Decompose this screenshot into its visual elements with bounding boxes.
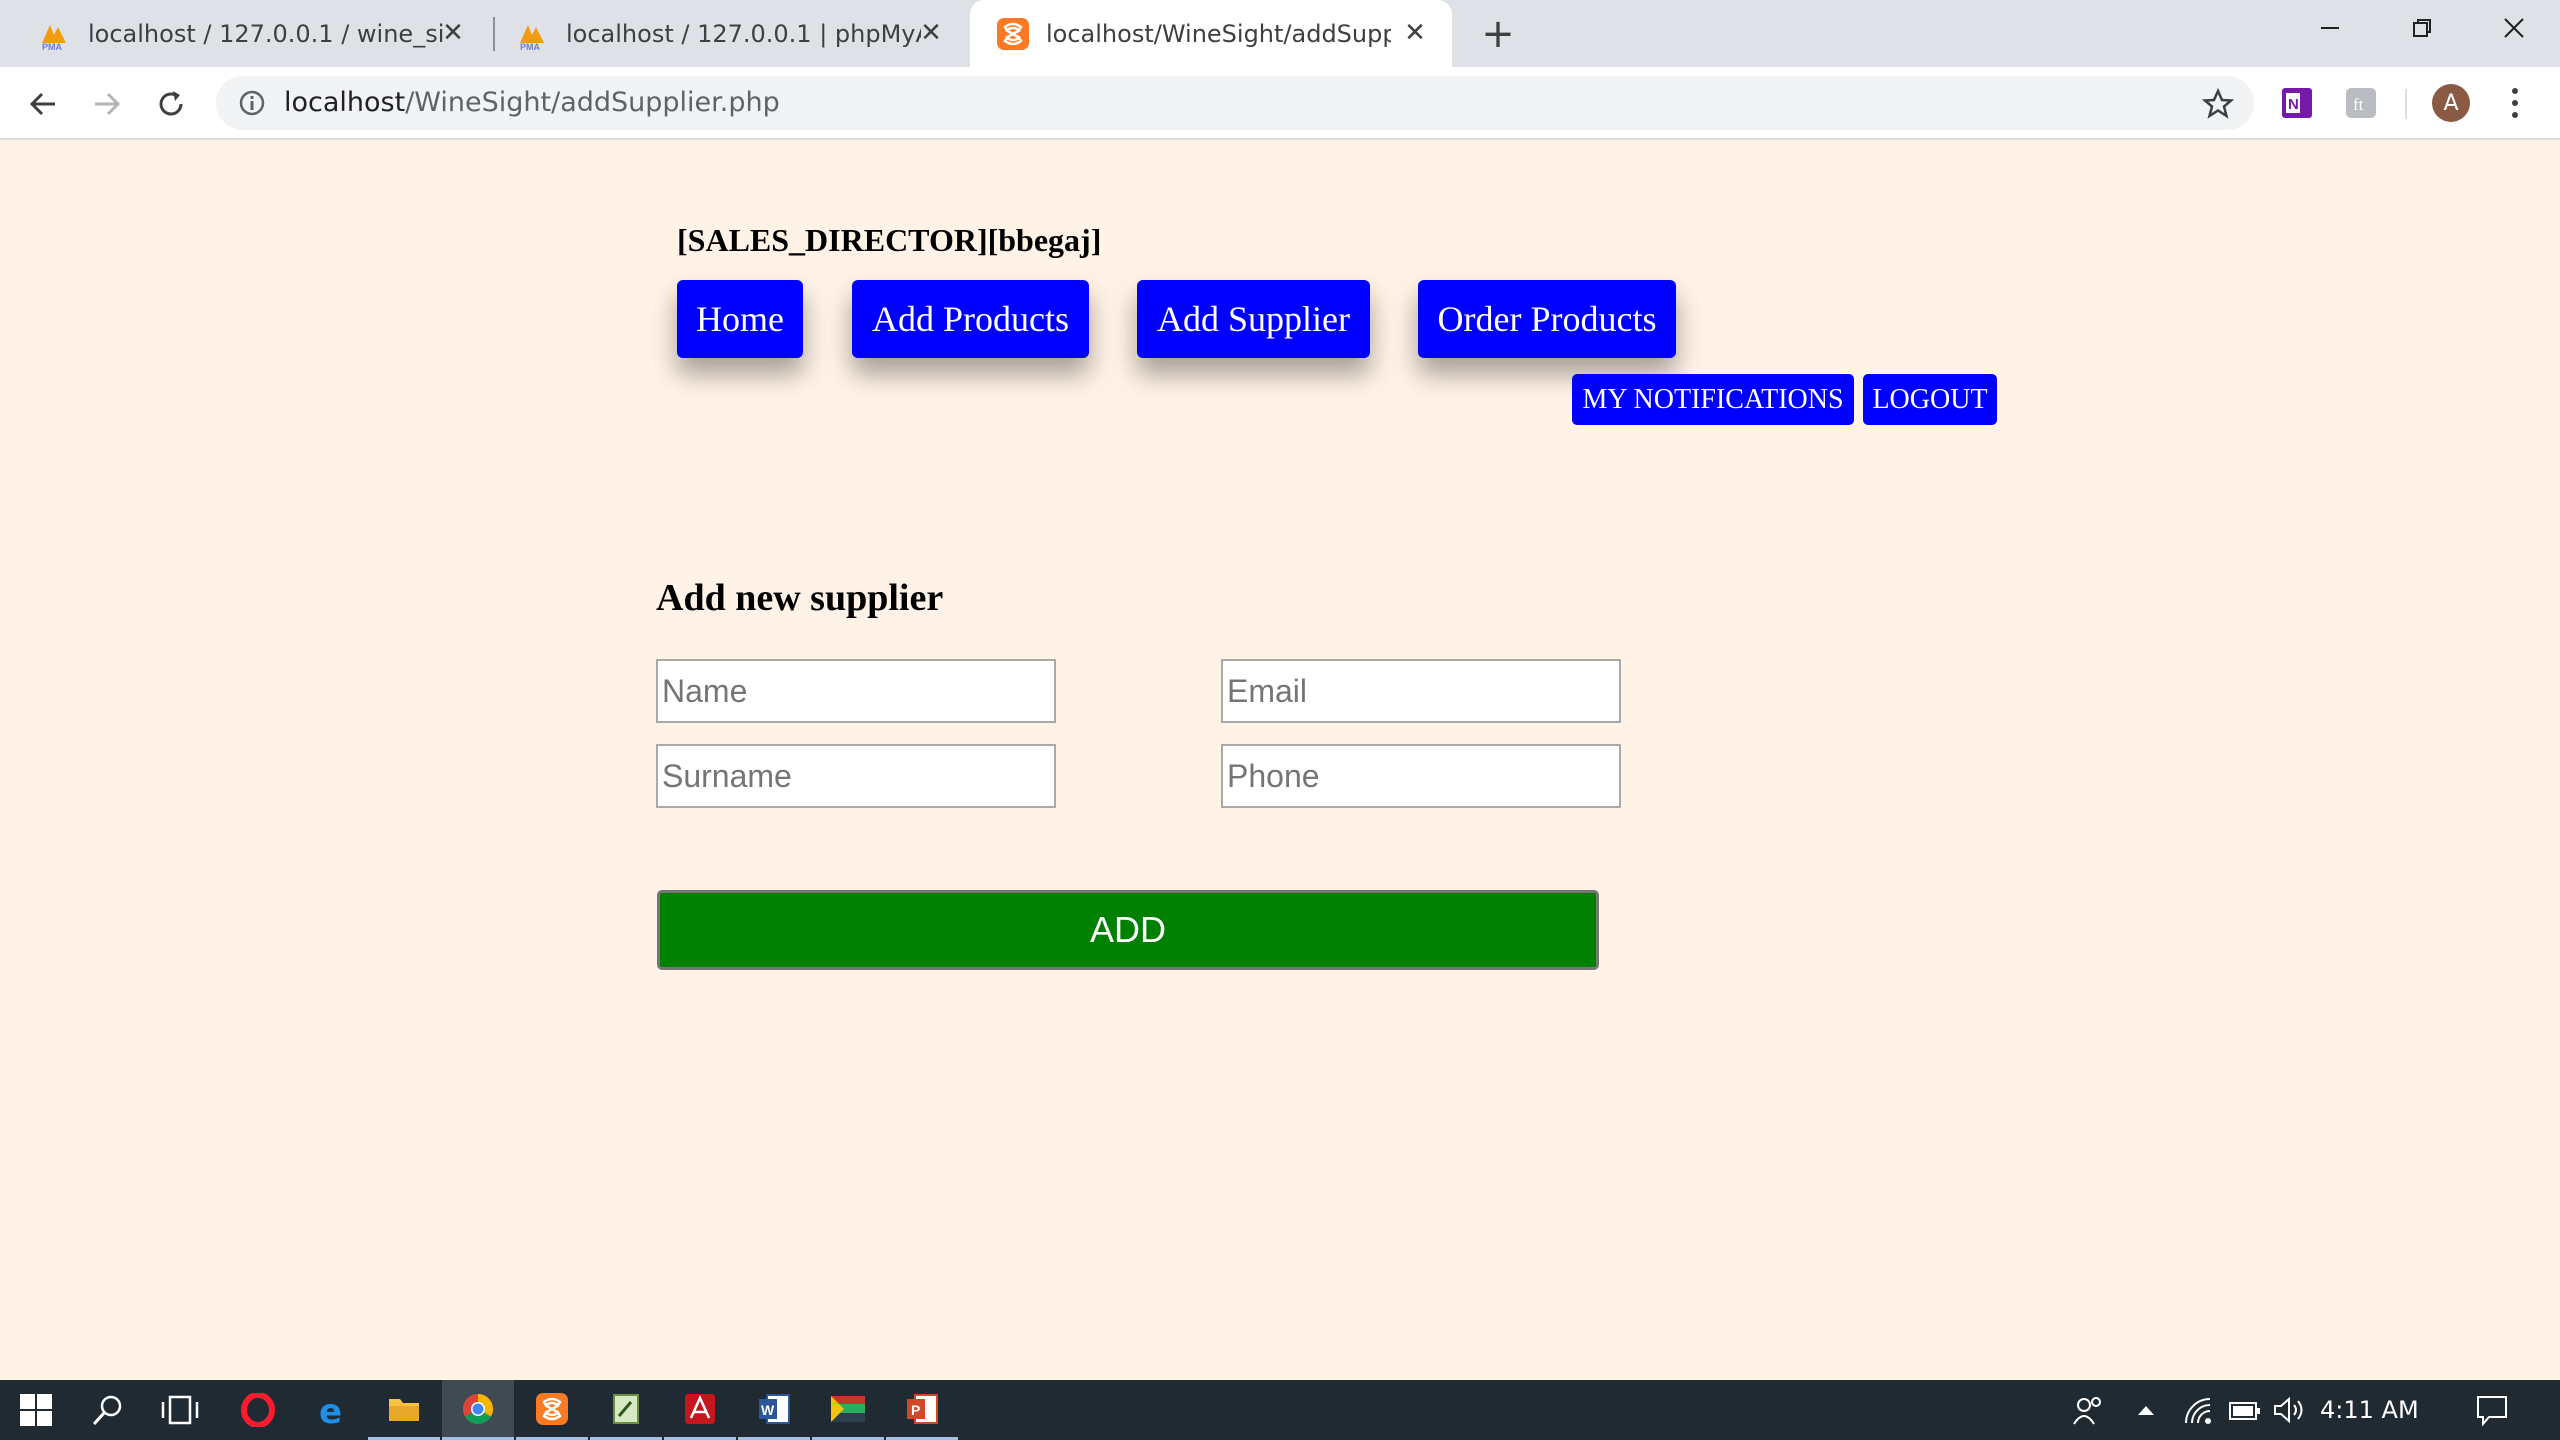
onenote-extension-icon[interactable]: N xyxy=(2280,86,2314,120)
chrome-app[interactable] xyxy=(442,1380,514,1440)
powerpoint-icon: P xyxy=(907,1393,938,1424)
close-tab-icon[interactable]: ✕ xyxy=(438,18,468,48)
restore-window-button[interactable] xyxy=(2376,0,2468,56)
taskbar-clock[interactable]: 4:11 AM xyxy=(2320,1380,2419,1440)
svg-text:PMA: PMA xyxy=(42,42,63,51)
people-icon xyxy=(2073,1397,2101,1425)
phpmyadmin-icon: PMA xyxy=(42,24,66,51)
powerpoint-app[interactable]: P xyxy=(886,1380,958,1440)
url-path: /WineSight/addSupplier.php xyxy=(405,87,780,118)
volume-button[interactable] xyxy=(2268,1380,2312,1440)
people-button[interactable] xyxy=(2066,1380,2110,1440)
phpmyadmin-icon: PMA xyxy=(520,24,544,51)
toolbar-divider xyxy=(2405,89,2407,119)
add-supplier-submit-button[interactable]: ADD xyxy=(657,890,1599,970)
url-host: localhost xyxy=(284,87,406,118)
form-title: Add new supplier xyxy=(656,577,944,619)
new-tab-button[interactable]: + xyxy=(1476,11,1520,57)
back-arrow-icon xyxy=(29,92,55,116)
close-tab-icon[interactable]: ✕ xyxy=(916,18,946,48)
tab-add-supplier[interactable]: localhost/WineSight/addSupplier.php ✕ xyxy=(970,0,1452,67)
nav-add-supplier-button[interactable]: Add Supplier xyxy=(1137,280,1370,358)
browser-toolbar: localhost/WineSight/addSupplier.php N ft… xyxy=(0,67,2560,140)
acrobat-icon xyxy=(685,1393,715,1424)
opera-app[interactable] xyxy=(222,1380,294,1440)
my-notifications-button[interactable]: MY NOTIFICATIONS xyxy=(1572,374,1854,425)
xampp-icon xyxy=(536,1392,568,1425)
nav-add-products-button[interactable]: Add Products xyxy=(852,280,1089,358)
show-hidden-icons-button[interactable] xyxy=(2126,1380,2166,1440)
tab-phpmyadmin[interactable]: PMA localhost / 127.0.0.1 | phpMyAdmin ✕ xyxy=(478,0,968,67)
close-icon xyxy=(2504,18,2524,38)
svg-text:ft: ft xyxy=(2353,95,2364,114)
url-text: localhost/WineSight/addSupplier.php xyxy=(284,76,780,130)
battery-icon xyxy=(2229,1402,2260,1420)
browser-tab-strip: PMA localhost / 127.0.0.1 / wine_sight ✕… xyxy=(0,0,2560,67)
name-field[interactable] xyxy=(656,659,1056,723)
speaker-icon xyxy=(2274,1396,2303,1424)
flag-app-icon xyxy=(831,1395,865,1422)
chrome-icon xyxy=(462,1393,494,1424)
file-explorer-app[interactable] xyxy=(368,1380,440,1440)
extension-icon[interactable]: ft xyxy=(2344,86,2378,120)
user-role-label: [SALES_DIRECTOR][bbegaj] xyxy=(677,222,1102,258)
minimize-icon xyxy=(2321,27,2339,29)
tab-title: localhost / 127.0.0.1 / wine_sight xyxy=(88,19,443,48)
windows-taskbar: e W P 4:11 AM xyxy=(0,1380,2560,1440)
close-window-button[interactable] xyxy=(2468,0,2560,56)
close-tab-icon[interactable]: ✕ xyxy=(1400,18,1430,48)
search-button[interactable] xyxy=(72,1380,144,1440)
more-menu-icon[interactable] xyxy=(2500,83,2530,123)
search-icon xyxy=(92,1395,122,1426)
tab-wine-sight[interactable]: PMA localhost / 127.0.0.1 / wine_sight ✕ xyxy=(0,0,490,67)
tab-title: localhost/WineSight/addSupplier.php xyxy=(1046,19,1391,48)
svg-text:W: W xyxy=(761,1402,775,1418)
action-center-button[interactable] xyxy=(2462,1380,2522,1440)
back-button[interactable] xyxy=(20,81,66,127)
word-icon: W xyxy=(759,1393,790,1424)
notepad-app[interactable] xyxy=(590,1380,662,1440)
nav-order-products-button[interactable]: Order Products xyxy=(1418,280,1676,358)
opera-icon xyxy=(241,1393,275,1427)
wifi-icon xyxy=(2185,1398,2211,1424)
profile-avatar[interactable]: A xyxy=(2432,84,2470,122)
task-view-button[interactable] xyxy=(144,1380,216,1440)
edge-app[interactable]: e xyxy=(296,1380,368,1440)
svg-text:N: N xyxy=(2288,96,2299,113)
chevron-up-icon xyxy=(2138,1406,2154,1415)
minimize-window-button[interactable] xyxy=(2284,0,2376,56)
word-app[interactable]: W xyxy=(738,1380,810,1440)
notification-icon xyxy=(2477,1396,2507,1426)
address-bar[interactable]: localhost/WineSight/addSupplier.php xyxy=(216,76,2254,130)
acrobat-app[interactable] xyxy=(664,1380,736,1440)
forward-arrow-icon xyxy=(95,92,121,116)
xampp-icon xyxy=(997,17,1029,50)
tab-title: localhost / 127.0.0.1 | phpMyAdmin xyxy=(566,19,921,48)
restore-icon xyxy=(2413,19,2431,37)
reload-button[interactable] xyxy=(148,81,194,127)
reload-icon xyxy=(159,91,183,116)
task-view-icon xyxy=(161,1395,199,1425)
info-icon[interactable] xyxy=(238,89,266,117)
start-button[interactable] xyxy=(0,1380,72,1440)
bookmark-star-icon[interactable] xyxy=(2202,88,2234,120)
phone-field[interactable] xyxy=(1221,744,1621,808)
network-button[interactable] xyxy=(2176,1380,2220,1440)
surname-field[interactable] xyxy=(656,744,1056,808)
svg-text:P: P xyxy=(911,1402,920,1418)
xampp-app[interactable] xyxy=(516,1380,588,1440)
logout-button[interactable]: LOGOUT xyxy=(1863,374,1997,425)
battery-button[interactable] xyxy=(2222,1380,2266,1440)
forward-button[interactable] xyxy=(84,81,130,127)
nav-home-button[interactable]: Home xyxy=(677,280,803,358)
flag-app[interactable] xyxy=(812,1380,884,1440)
svg-text:e: e xyxy=(319,1393,342,1427)
windows-logo-icon xyxy=(20,1394,52,1426)
email-field[interactable] xyxy=(1221,659,1621,723)
notepad-icon xyxy=(613,1393,639,1424)
svg-text:PMA: PMA xyxy=(520,42,541,51)
page-content: [SALES_DIRECTOR][bbegaj] Home Add Produc… xyxy=(0,140,2560,1380)
file-explorer-icon xyxy=(389,1398,419,1421)
edge-icon: e xyxy=(319,1393,342,1427)
